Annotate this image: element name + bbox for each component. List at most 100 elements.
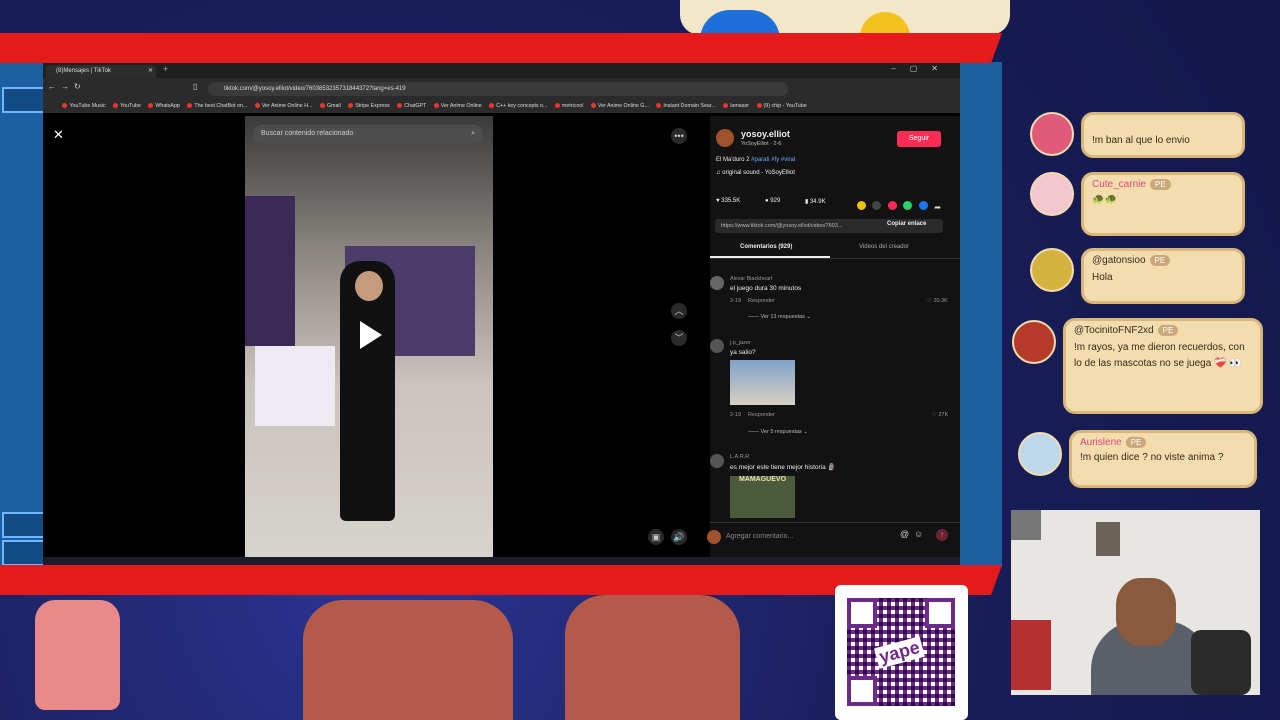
- store-shelf: [245, 196, 295, 346]
- country-badge: PE: [1149, 179, 1171, 190]
- caption-hashtags[interactable]: #parati #fy #viral: [751, 157, 795, 163]
- chat-avatar: [1030, 248, 1074, 292]
- bookmark-item[interactable]: ChatGPT: [397, 100, 426, 113]
- comment-image[interactable]: MAMAGUEVO: [730, 476, 795, 518]
- tab-bar: (8)Mensajes | TikTok ✕ + –▢✕: [43, 63, 960, 78]
- bookmark-icon[interactable]: ▯: [193, 82, 197, 91]
- bookmark-item[interactable]: C++ key concepts o...: [489, 100, 547, 113]
- video-caption: El Ma'duro 2 #parati #fy #viral: [716, 157, 795, 163]
- creator-username[interactable]: yosoy.elliot: [741, 129, 790, 139]
- webcam-feed: [1011, 510, 1260, 695]
- comment-image[interactable]: [730, 360, 795, 405]
- bookmark-item[interactable]: YouTube: [113, 100, 141, 113]
- commenter-avatar[interactable]: [710, 276, 724, 290]
- tab-comments[interactable]: Comentarios (929): [740, 244, 792, 250]
- like-stat[interactable]: ♥ 335.5K: [716, 198, 740, 204]
- reply-link[interactable]: Responder: [748, 298, 775, 304]
- tab-creator-videos[interactable]: Videos del creador: [859, 244, 909, 250]
- new-tab-icon[interactable]: +: [163, 64, 168, 74]
- comment-input[interactable]: Agregar comentario...: [726, 530, 906, 544]
- send-icon[interactable]: [887, 201, 897, 210]
- frame-box: [2, 87, 46, 113]
- bookmark-item[interactable]: The best ChatBot on...: [187, 100, 247, 113]
- chat-message: Cute_carnie PE 🐢🐢: [1081, 172, 1245, 236]
- chat-text: Hola: [1092, 272, 1113, 283]
- bookmark-item[interactable]: Ver Anime Online: [434, 100, 482, 113]
- pixel-cat-art: [35, 600, 120, 710]
- bookmark-item[interactable]: Ver Anime Online H...: [255, 100, 313, 113]
- chat-message: @TocinitoFNF2xd PE !m rayos, ya me dieron…: [1063, 318, 1263, 414]
- tab-close-icon[interactable]: ✕: [148, 65, 153, 78]
- search-icon[interactable]: ⌕: [471, 125, 475, 143]
- follow-button[interactable]: Seguir: [897, 131, 941, 147]
- qr-corner: [847, 676, 877, 706]
- facebook-icon[interactable]: [918, 201, 928, 210]
- chat-avatar: [1012, 320, 1056, 364]
- comment-count: 929: [770, 198, 781, 204]
- more-share-icon[interactable]: ➦: [934, 203, 941, 212]
- bookmark-item[interactable]: Ver Anime Online G...: [591, 100, 649, 113]
- comment-likes[interactable]: ♡ 27K: [932, 412, 948, 418]
- bookmark-item[interactable]: (9) chip - YouTube: [757, 100, 807, 113]
- comment-date: 2-19: [730, 412, 742, 418]
- chat-avatar: [1018, 432, 1062, 476]
- send-comment-icon[interactable]: ↑: [936, 529, 948, 541]
- sound-name: original sound - YoSoyElliot: [722, 170, 795, 176]
- url-field[interactable]: tiktok.com/@yosoy.elliot/video/760385323…: [208, 82, 788, 96]
- taskbar: [43, 557, 960, 565]
- bookmark-item[interactable]: metricool: [555, 100, 584, 113]
- reload-icon[interactable]: ↻: [74, 82, 81, 91]
- comment-like-count: 27K: [938, 412, 949, 418]
- close-icon[interactable]: ✕: [53, 127, 64, 143]
- bookmark-item[interactable]: Instant Domain Sear...: [656, 100, 715, 113]
- window-controls[interactable]: –▢✕: [891, 64, 952, 73]
- browser-tab[interactable]: (8)Mensajes | TikTok ✕: [46, 65, 156, 78]
- chevron-up-icon[interactable]: ︿: [671, 303, 687, 319]
- view-replies[interactable]: —— Ver 13 respuestas ⌄: [748, 314, 811, 320]
- forward-icon[interactable]: →: [61, 82, 69, 91]
- creator-avatar[interactable]: [716, 129, 734, 147]
- comment-date: 2-19: [730, 298, 742, 304]
- chat-text: !m quien dice ? no viste anima ?: [1080, 452, 1224, 463]
- pip-icon[interactable]: ▣: [648, 529, 664, 545]
- save-stat[interactable]: ▮ 34.9K: [805, 198, 826, 205]
- bookmark-item[interactable]: Stripe Express: [348, 100, 389, 113]
- caption-text: El Ma'duro 2: [716, 157, 750, 163]
- mention-icon[interactable]: @: [900, 529, 909, 539]
- chat-avatar: [1030, 112, 1074, 156]
- comment-text: ya salio?: [730, 349, 756, 356]
- frame-box: [2, 512, 46, 538]
- view-replies[interactable]: —— Ver 5 respuestas ⌄: [748, 429, 808, 435]
- chevron-down-icon[interactable]: ﹀: [671, 330, 687, 346]
- divider: [710, 258, 960, 259]
- person-face: [1116, 578, 1176, 646]
- volume-icon[interactable]: 🔊: [671, 529, 687, 545]
- play-icon[interactable]: [360, 321, 382, 349]
- commenter-avatar[interactable]: [710, 454, 724, 468]
- bookmark-item[interactable]: lamasor: [723, 100, 749, 113]
- comment-stat[interactable]: ● 929: [765, 198, 780, 204]
- bookmark-item[interactable]: WhatsApp: [148, 100, 179, 113]
- copy-link-button[interactable]: Copiar enlace: [887, 221, 926, 227]
- bookmark-item[interactable]: Gmail: [320, 100, 341, 113]
- my-avatar: [707, 530, 721, 544]
- decorative-pink-shape: [303, 600, 513, 720]
- commenter-avatar[interactable]: [710, 339, 724, 353]
- qr-corner: [925, 598, 955, 628]
- back-icon[interactable]: ←: [48, 82, 56, 91]
- comment-text: es mejor este tiene mejor historia 🗿: [730, 464, 836, 471]
- chat-username: @gatonsioo: [1092, 255, 1146, 266]
- reply-link[interactable]: Responder: [748, 412, 775, 418]
- creator-display-name: YoSoyElliot · 2-6: [741, 141, 782, 147]
- commenter-name[interactable]: j.p_jazer: [730, 340, 751, 346]
- share-icon[interactable]: [857, 201, 866, 210]
- commenter-name[interactable]: Alexie Blackheart: [730, 276, 773, 282]
- chat-text: !m ban al que lo envio: [1092, 135, 1190, 146]
- sound-info[interactable]: ♫ original sound - YoSoyElliot: [716, 170, 795, 176]
- more-options-icon[interactable]: •••: [671, 128, 687, 144]
- related-search-input[interactable]: Buscar contenido relacionado ⌕: [253, 125, 483, 143]
- commenter-name[interactable]: L.A.R.R: [730, 454, 749, 460]
- comment-likes[interactable]: ♡ 20.3K: [927, 298, 948, 304]
- bookmark-item[interactable]: YouTube Music: [62, 100, 105, 113]
- emoji-icon[interactable]: ☺: [914, 529, 923, 539]
